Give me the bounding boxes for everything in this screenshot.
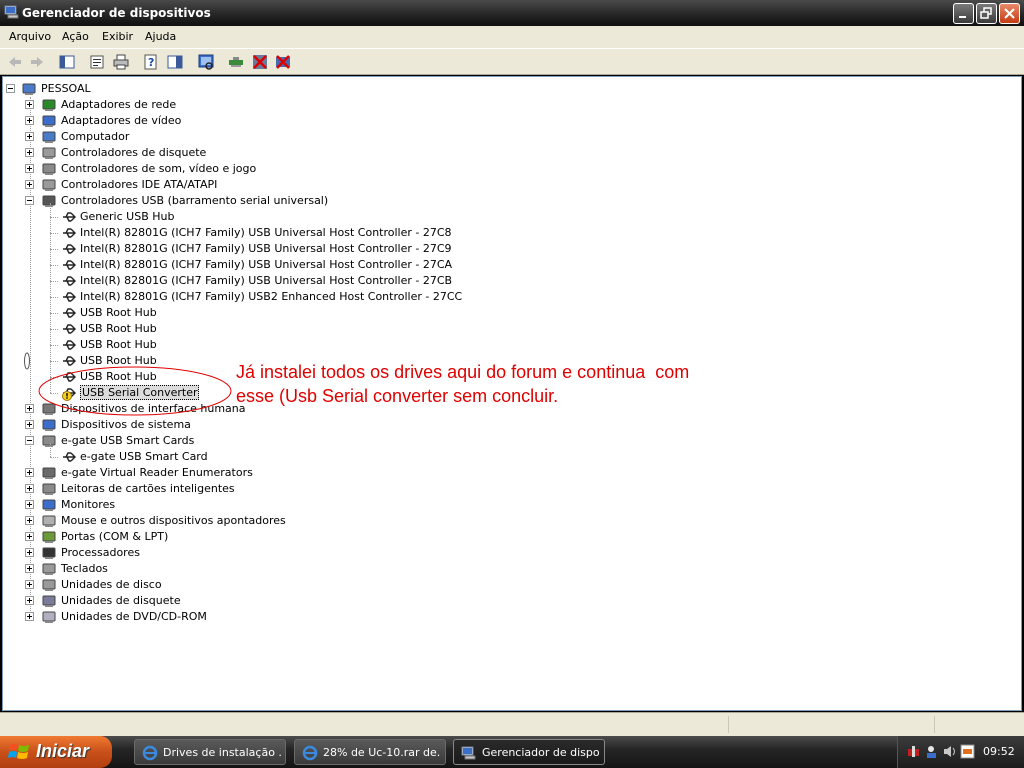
- uninstall-device-icon: [276, 55, 290, 69]
- start-label: Iniciar: [36, 741, 90, 761]
- back-button[interactable]: [6, 53, 24, 71]
- taskbar-button-device-manager[interactable]: Gerenciador de dispo...: [453, 739, 605, 765]
- windows-logo-icon: [8, 744, 29, 759]
- task-label: Gerenciador de dispo...: [482, 746, 600, 759]
- uninstall-device-button[interactable]: [274, 53, 292, 71]
- tray-app-icon[interactable]: [960, 744, 975, 759]
- task-label: Drives de instalação ...: [163, 746, 281, 759]
- tray-volume-icon[interactable]: [942, 744, 957, 759]
- restore-button[interactable]: [976, 3, 997, 24]
- update-driver-icon: [229, 57, 243, 67]
- print-button[interactable]: [112, 53, 130, 71]
- status-bar: [0, 712, 1024, 736]
- menu-arquivo[interactable]: Arquivo: [9, 30, 51, 43]
- device-tree-pane[interactable]: PESSOAL Adaptadores de rede Adaptadores de…: [2, 76, 1022, 711]
- forward-button[interactable]: [28, 53, 46, 71]
- properties-button[interactable]: [88, 53, 106, 71]
- status-pane: [728, 716, 934, 733]
- back-icon: [9, 57, 21, 67]
- properties-icon: [90, 55, 104, 69]
- annotation-overlay: [24, 352, 232, 416]
- toolbar: ?: [0, 48, 1024, 75]
- taskbar-button-download[interactable]: 28% de Uc-10.rar de...: [294, 739, 446, 765]
- close-button[interactable]: [999, 3, 1020, 24]
- title-bar[interactable]: Gerenciador de dispositivos: [0, 0, 1024, 26]
- restore-icon: [980, 7, 992, 19]
- forward-icon: [31, 57, 43, 67]
- taskbar: Iniciar Drives de instalação ... 28% de …: [0, 736, 1024, 768]
- internet-explorer-icon: [142, 745, 158, 761]
- start-button[interactable]: Iniciar: [0, 736, 112, 768]
- annotation-circle: [38, 366, 232, 416]
- action-pane-button[interactable]: [166, 53, 184, 71]
- minimize-button[interactable]: [953, 3, 974, 24]
- menu-ajuda[interactable]: Ajuda: [145, 30, 176, 43]
- tray-tools-icon[interactable]: [906, 744, 921, 759]
- scan-hardware-icon: [198, 54, 214, 70]
- menu-acao[interactable]: Ação: [62, 30, 89, 43]
- internet-explorer-icon: [302, 745, 318, 761]
- system-tray: 09:52: [897, 736, 1024, 768]
- device-manager-icon: [4, 5, 19, 19]
- disable-device-icon: [253, 55, 267, 69]
- device-manager-icon: [461, 746, 476, 760]
- window-title: Gerenciador de dispositivos: [22, 6, 211, 20]
- task-label: 28% de Uc-10.rar de...: [323, 746, 441, 759]
- menu-exibir[interactable]: Exibir: [102, 30, 133, 43]
- menu-bar: Arquivo Ação Exibir Ajuda: [0, 26, 1024, 48]
- disable-device-button[interactable]: [251, 53, 269, 71]
- taskbar-button-drives[interactable]: Drives de instalação ...: [134, 739, 286, 765]
- annotation-mark: [24, 352, 30, 370]
- close-icon: [1004, 8, 1015, 19]
- print-icon: [113, 54, 129, 70]
- update-driver-button[interactable]: [227, 53, 245, 71]
- svg-text:?: ?: [148, 56, 154, 69]
- clock: 09:52: [983, 745, 1015, 758]
- help-icon: ?: [144, 54, 157, 70]
- scan-hardware-button[interactable]: [197, 53, 215, 71]
- status-pane: [934, 716, 1022, 733]
- tray-network-icon[interactable]: [924, 744, 939, 759]
- action-pane-icon: [167, 55, 183, 69]
- help-button[interactable]: ?: [142, 53, 160, 71]
- console-tree-icon: [59, 55, 75, 69]
- console-tree-button[interactable]: [58, 53, 76, 71]
- minimize-icon: [959, 16, 966, 18]
